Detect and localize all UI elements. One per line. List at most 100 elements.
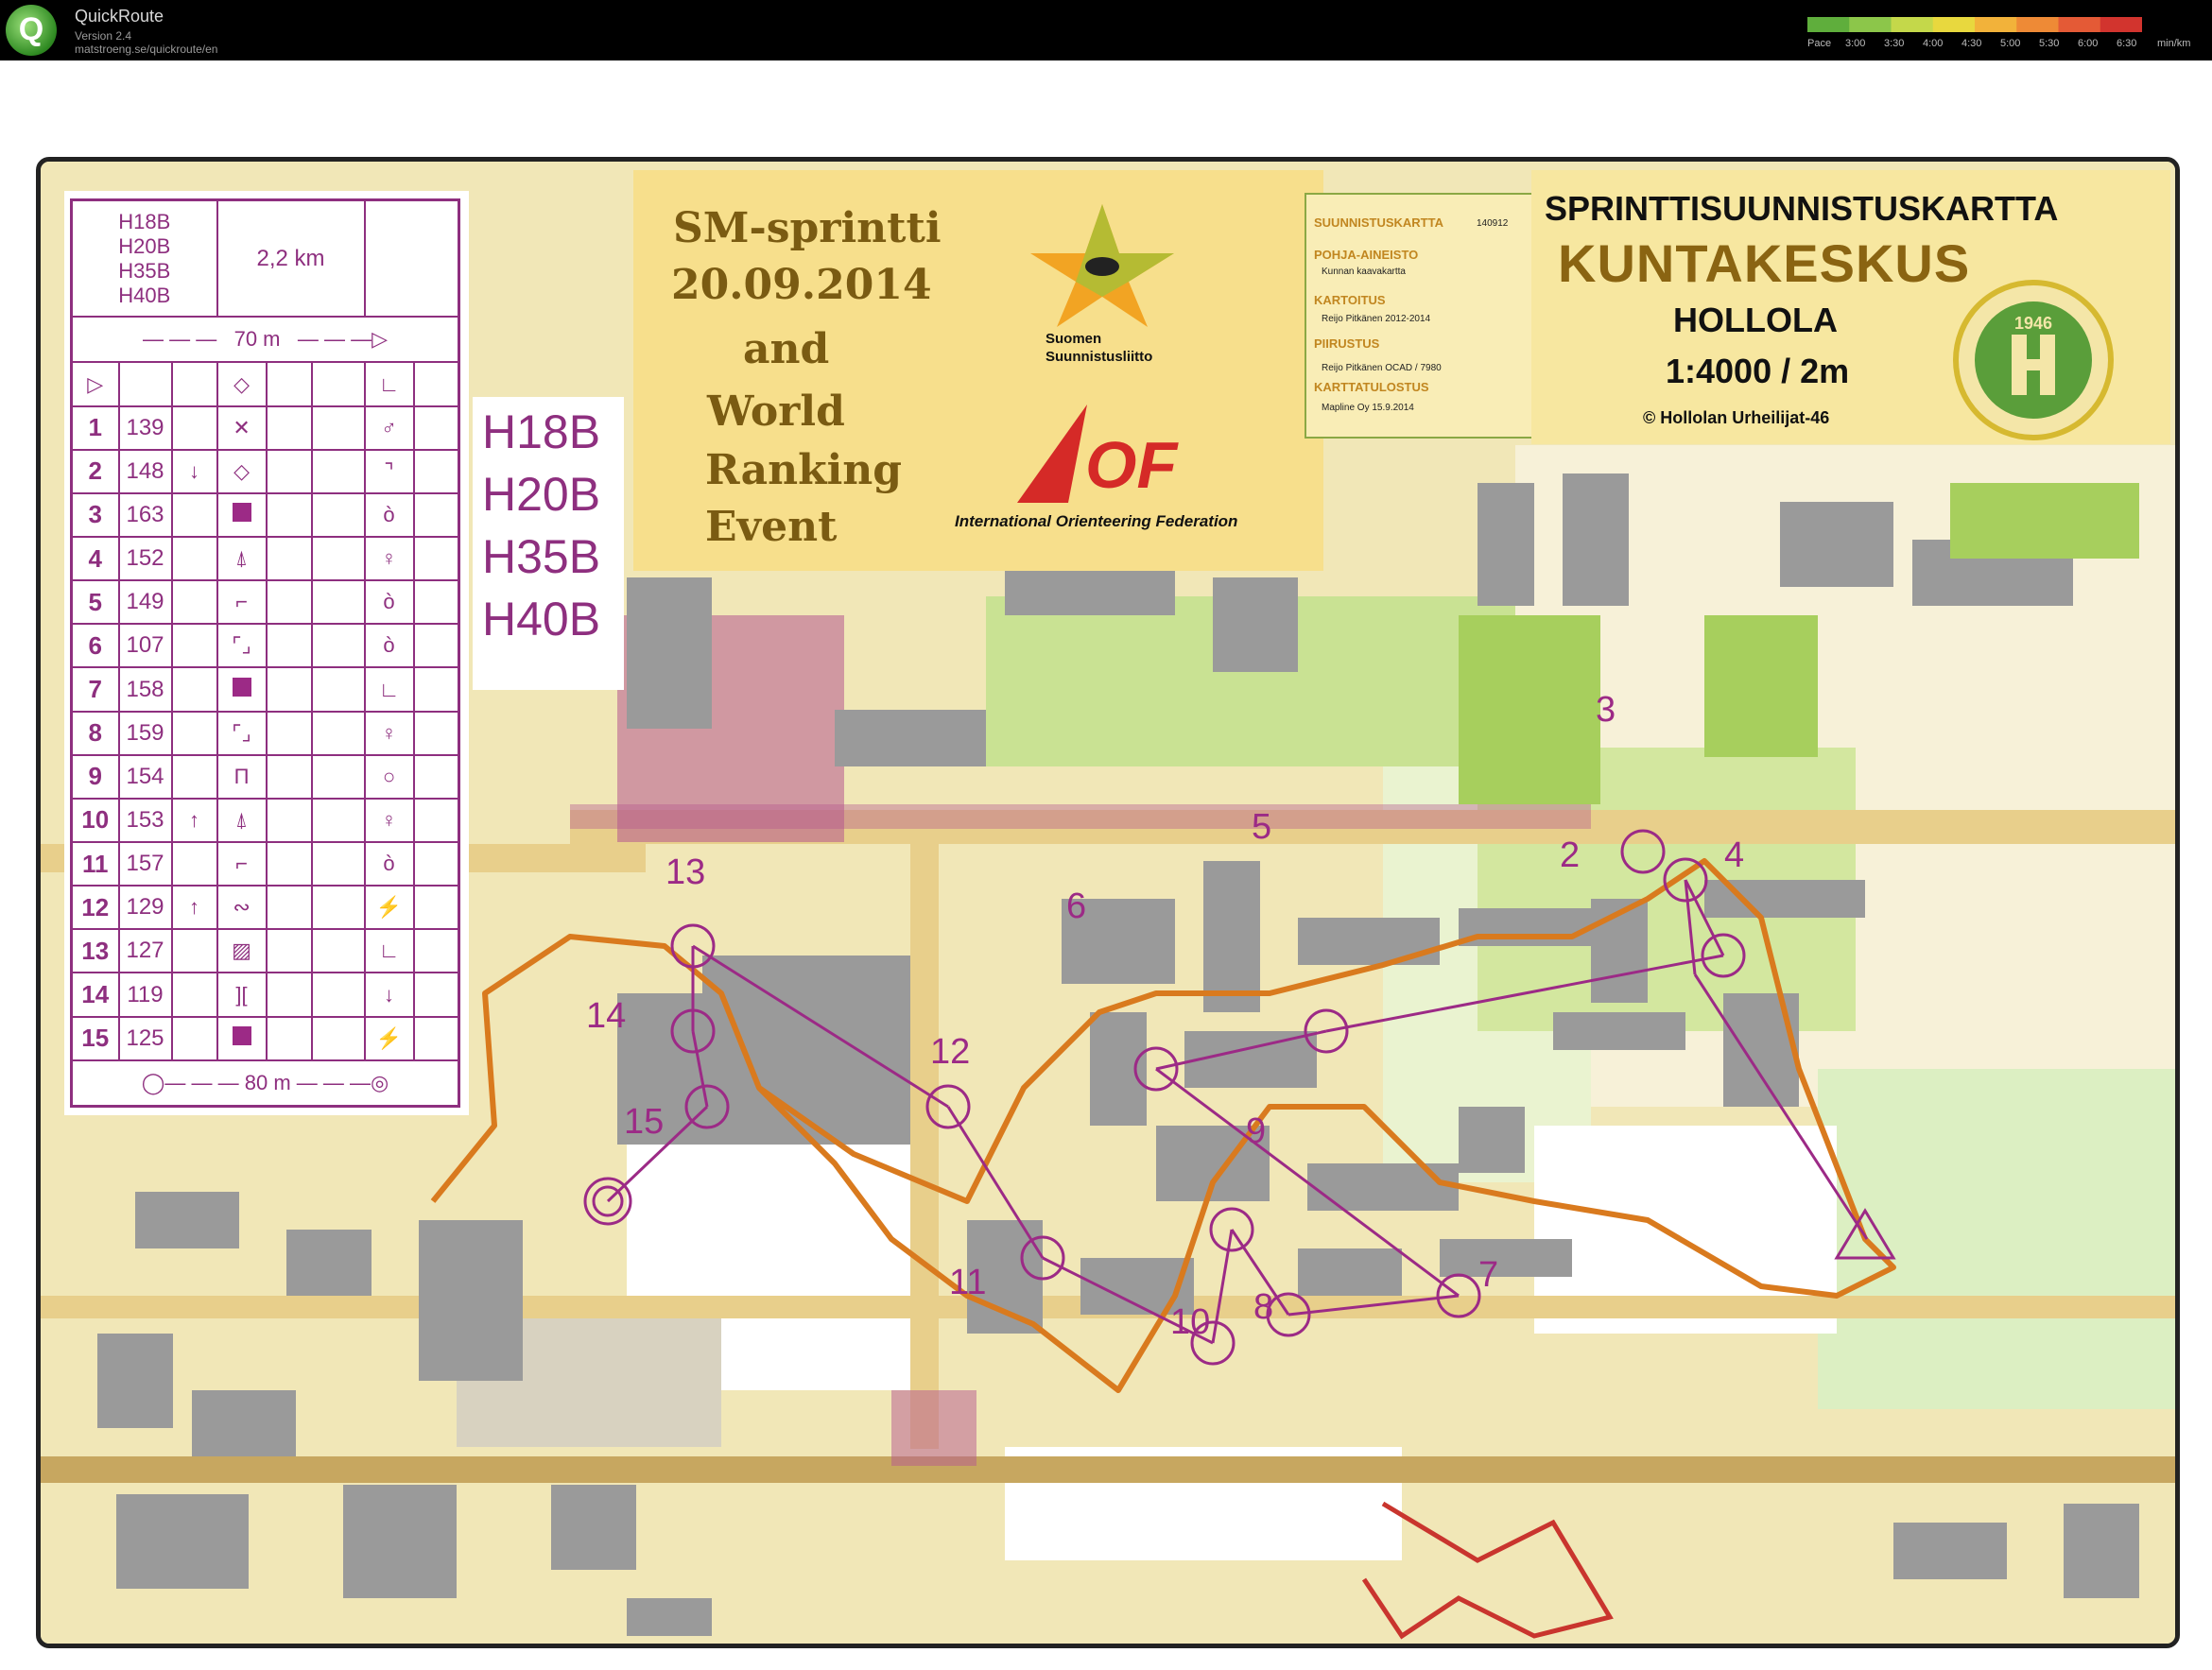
quickroute-logo-icon: Q (6, 5, 57, 56)
box-symbol-icon (232, 677, 251, 697)
dimension-cell (310, 579, 366, 626)
other-info-cell (412, 491, 460, 539)
pace-tick: 3:00 (1845, 38, 1866, 49)
finish-distance: 80 m (244, 1070, 291, 1094)
path-icon: ∾ (216, 885, 268, 931)
credit-heading: KARTOITUS (1314, 293, 1386, 307)
control-description-row: 10 153 ↑ ⍋ ♀ (70, 797, 460, 844)
pace-color-swatch (1849, 17, 1892, 32)
pace-tick: 4:30 (1961, 38, 1982, 49)
x-icon: ✕ (216, 405, 268, 451)
direction-cell (170, 841, 218, 887)
appearance-cell (265, 1015, 313, 1061)
building (116, 1494, 249, 1589)
other-info-cell (412, 448, 460, 494)
pace-tick: 3:30 (1884, 38, 1905, 49)
other-info-cell (412, 797, 460, 844)
railway (41, 1456, 2175, 1483)
start-marking-row: — — — 70 m — — —▷ (70, 316, 460, 364)
control-description-row: 5 149 ⌐ ò (70, 579, 460, 626)
corner-icon: ∟ (363, 361, 415, 407)
pace-tick: 6:30 (2117, 38, 2137, 49)
building (1213, 577, 1298, 672)
control-code-cell: 129 (117, 885, 173, 931)
control-description-row: 11 157 ⌐ ò (70, 841, 460, 887)
dimension-cell (310, 972, 366, 1018)
control-number: 11 (949, 1263, 987, 1302)
control-number: 15 (624, 1102, 665, 1142)
class-label: H20B (482, 468, 601, 521)
pace-tick: 6:00 (2078, 38, 2099, 49)
event-subtitle: Ranking (705, 446, 903, 494)
location-icon: ♀ (363, 797, 415, 844)
control-number: 5 (1252, 807, 1272, 847)
control-code-cell: 157 (117, 841, 173, 887)
finish-marking-row: ◯— — — 80 m — — —◎ (70, 1059, 460, 1108)
forest-area (1818, 1069, 2175, 1409)
app-url-link[interactable]: matstroeng.se/quickroute/en (75, 43, 217, 56)
control-number-cell: 7 (70, 666, 120, 713)
direction-cell (170, 579, 218, 626)
appearance-cell (265, 623, 313, 669)
dimension-cell (310, 491, 366, 539)
control-code-cell: 153 (117, 797, 173, 844)
credit-value: Mapline Oy 15.9.2014 (1322, 403, 1414, 413)
map-scale: 1:4000 / 2m (1666, 352, 1850, 390)
garden-area (1704, 615, 1818, 757)
other-info-cell (412, 536, 460, 582)
dimension-cell (310, 448, 366, 494)
dimension-cell (310, 928, 366, 974)
control-number: 12 (930, 1032, 971, 1072)
pillars-icon: Π (216, 753, 268, 800)
federation-star-logo (1030, 204, 1174, 327)
dimension-cell (310, 536, 366, 582)
bracket-icon: ][ (216, 972, 268, 1018)
other-info-cell (412, 623, 460, 669)
appearance-cell (265, 841, 313, 887)
other-info-cell (412, 753, 460, 800)
pace-color-swatch (2100, 17, 2142, 32)
pace-unit: min/km (2157, 38, 2191, 49)
building (135, 1192, 239, 1248)
finish-circle-icon: ◯— — — (141, 1070, 245, 1094)
course-length: 2,2 km (216, 198, 366, 319)
pace-color-swatch (2016, 17, 2059, 32)
credit-heading: PIIRUSTUS (1314, 336, 1380, 351)
iof-name: International Orienteering Federation (955, 512, 1238, 530)
direction-cell (170, 753, 218, 800)
dimension-cell (310, 841, 366, 887)
control-description-row: 14 119][↓ (70, 972, 460, 1018)
building (343, 1485, 457, 1598)
building (551, 1485, 636, 1570)
other-info-cell (412, 885, 460, 931)
stairs-icon: ⌐ (216, 579, 268, 626)
stairs-icon: ⌐ (216, 841, 268, 887)
credit-value: 140912 (1477, 218, 1509, 229)
control-number: 8 (1253, 1287, 1274, 1327)
class-label: H40B (482, 593, 601, 646)
event-title: SM-sprintti (673, 204, 942, 252)
location-icon: ∟ (363, 666, 415, 713)
other-info-cell (412, 841, 460, 887)
building (1298, 918, 1440, 965)
appearance-cell (265, 928, 313, 974)
location-icon: ⌝ (363, 448, 415, 494)
building (1563, 473, 1629, 606)
pace-tick: 4:00 (1923, 38, 1944, 49)
credit-heading: POHJA-AINEISTO (1314, 248, 1419, 262)
federation-name: Suunnistusliitto (1046, 349, 1153, 365)
event-date: 20.09.2014 (671, 261, 932, 309)
other-info-cell (412, 972, 460, 1018)
control-code-cell: 159 (117, 710, 173, 756)
club-year: 1946 (2014, 314, 2052, 333)
location-icon: ↓ (363, 972, 415, 1018)
road (910, 844, 939, 1449)
iof-logo-text: OF (1085, 428, 1178, 502)
dimension-cell (310, 1015, 366, 1061)
direction-cell (170, 491, 218, 539)
corners-icon: ⌜⌟ (216, 710, 268, 756)
control-description-row: 3 163 ò (70, 491, 460, 539)
control-description-row: 6 107 ⌜⌟ ò (70, 623, 460, 669)
control-description-row: 8 159 ⌜⌟ ♀ (70, 710, 460, 756)
direction-cell: ↑ (170, 797, 218, 844)
